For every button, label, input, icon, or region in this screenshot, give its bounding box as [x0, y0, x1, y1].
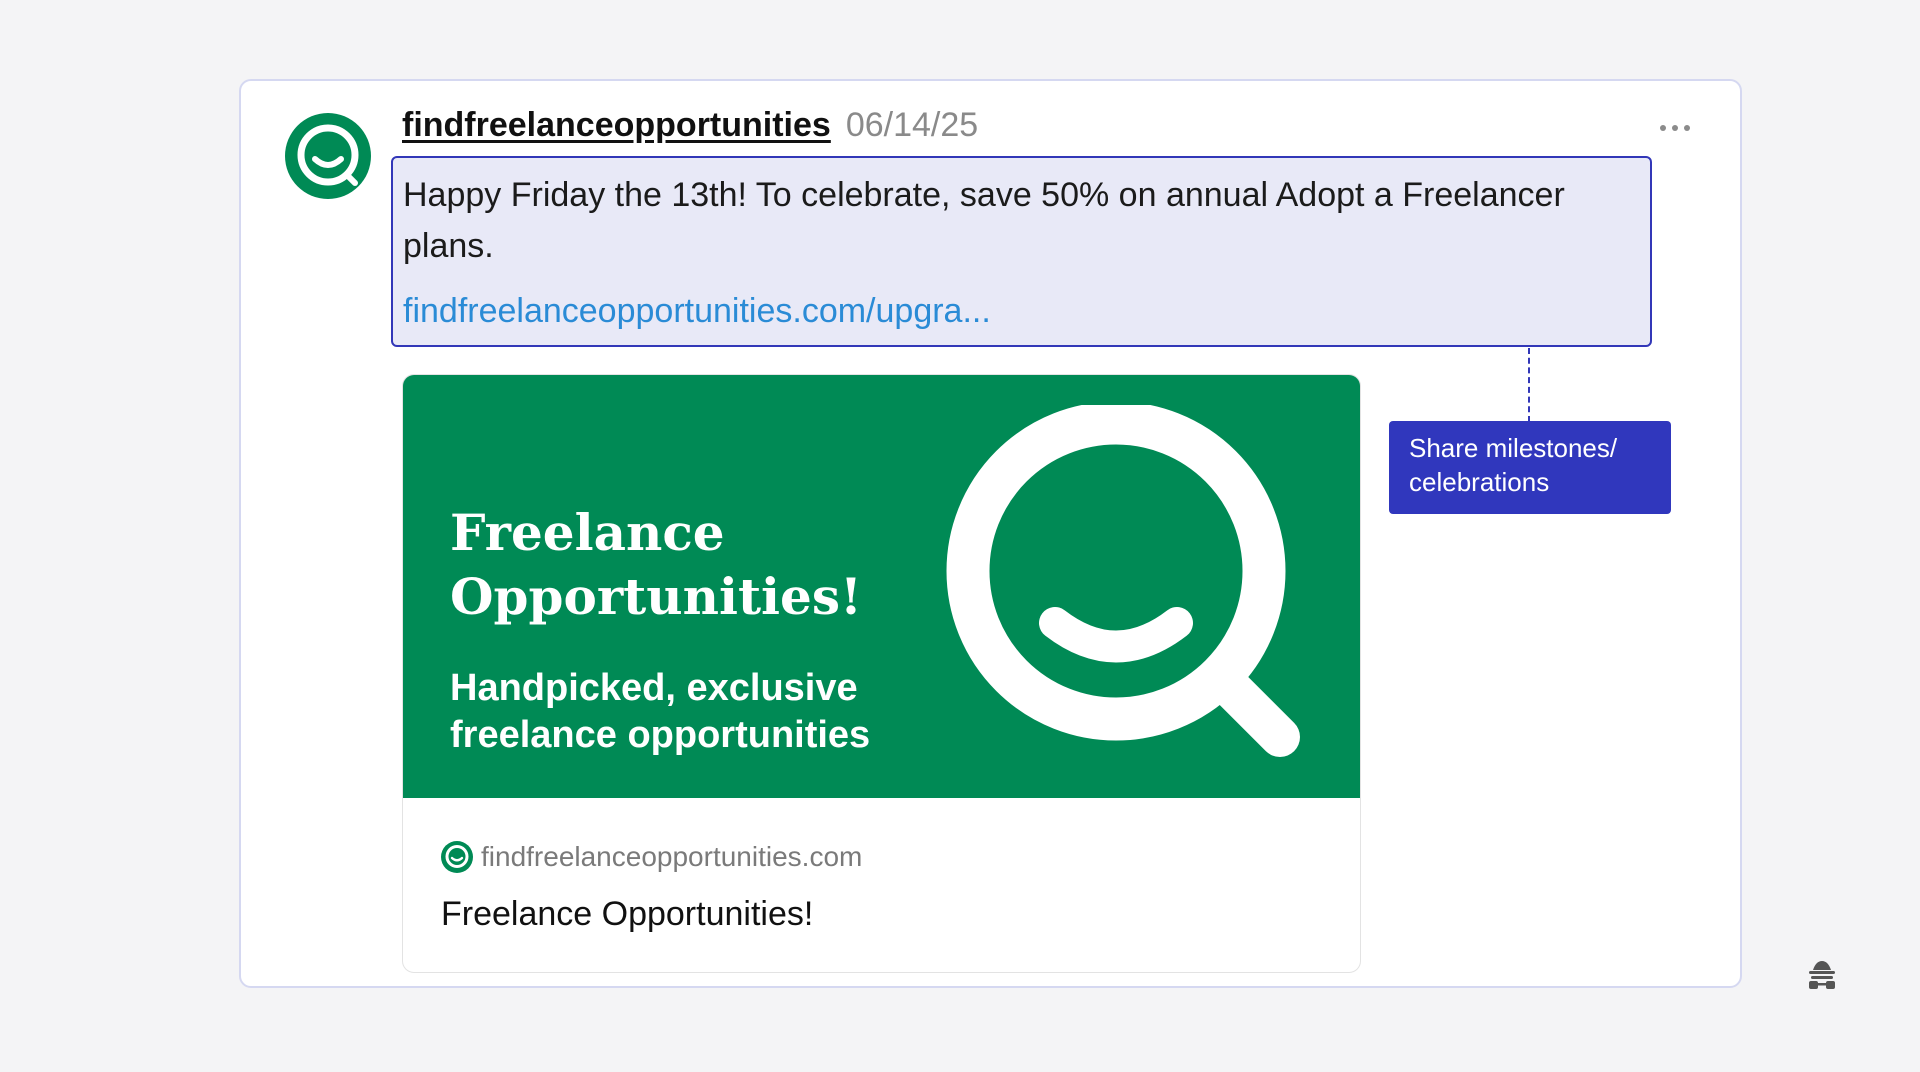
preview-domain-row: findfreelanceopportunities.com: [441, 841, 862, 873]
preview-title: Freelance Opportunities!: [441, 895, 814, 933]
post-url-link[interactable]: findfreelanceopportunities.com/upgra...: [403, 292, 1640, 331]
avatar[interactable]: [285, 113, 371, 199]
annotation-label: Share milestones/ celebrations: [1389, 421, 1671, 514]
post-text-highlight: Happy Friday the 13th! To celebrate, sav…: [391, 156, 1652, 347]
link-preview-card[interactable]: Freelance Opportunities! Handpicked, exc…: [402, 374, 1361, 973]
preview-domain: findfreelanceopportunities.com: [481, 841, 863, 872]
post-header: findfreelanceopportunities 06/14/25: [402, 106, 978, 145]
annotation-connector: [1528, 348, 1530, 422]
post-date: 06/14/25: [845, 106, 979, 144]
username-link[interactable]: findfreelanceopportunities: [402, 106, 831, 145]
incognito-icon[interactable]: [1804, 958, 1840, 994]
magnifier-smile-logo-icon: [946, 405, 1300, 757]
banner-title: Freelance Opportunities!: [450, 503, 862, 626]
site-favicon-icon: [441, 841, 473, 873]
post-body-text: Happy Friday the 13th! To celebrate, sav…: [403, 176, 1565, 265]
more-options-icon[interactable]: [1660, 116, 1696, 140]
preview-banner: Freelance Opportunities! Handpicked, exc…: [403, 375, 1360, 798]
banner-subtitle: Handpicked, exclusive freelance opportun…: [450, 667, 871, 756]
